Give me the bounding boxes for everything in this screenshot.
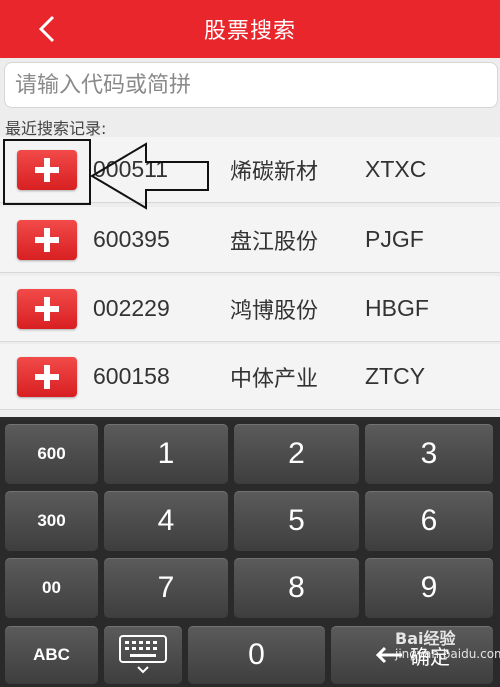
stock-abbr: HBGF: [365, 295, 429, 321]
stock-abbr: XTXC: [365, 156, 427, 182]
plus-icon: [35, 365, 59, 389]
add-stock-button[interactable]: [17, 357, 77, 397]
stock-name: 中体产业: [230, 366, 319, 392]
search-input[interactable]: [4, 62, 498, 108]
key-5[interactable]: 5: [234, 491, 359, 551]
stock-name: 鸿博股份: [230, 298, 319, 324]
key-3[interactable]: 3: [365, 424, 493, 484]
stock-abbr: ZTCY: [365, 363, 426, 389]
highlight-box: [3, 139, 91, 205]
list-item[interactable]: 002229 鸿博股份 HBGF: [0, 276, 500, 342]
back-button[interactable]: [30, 12, 64, 46]
key-00[interactable]: 00: [5, 558, 98, 618]
watermark-brand: Bai经验: [395, 629, 456, 648]
add-stock-button[interactable]: [17, 289, 77, 329]
key-6[interactable]: 6: [365, 491, 493, 551]
stock-name: 烯碳新材: [230, 159, 319, 185]
stock-code: 600158: [93, 363, 170, 389]
stock-abbr: PJGF: [365, 226, 424, 252]
keyboard-toggle-button[interactable]: [104, 626, 182, 684]
key-4[interactable]: 4: [104, 491, 228, 551]
stock-code: 600395: [93, 226, 170, 252]
key-2[interactable]: 2: [234, 424, 359, 484]
key-abc[interactable]: ABC: [5, 626, 98, 684]
list-item[interactable]: 600158 中体产业 ZTCY: [0, 344, 500, 410]
key-1[interactable]: 1: [104, 424, 228, 484]
plus-icon: [35, 297, 59, 321]
list-item[interactable]: 600395 盘江股份 PJGF: [0, 207, 500, 273]
header-bar: 股票搜索: [0, 0, 500, 58]
key-0[interactable]: 0: [188, 626, 325, 684]
add-stock-button[interactable]: [17, 220, 77, 260]
left-arrow-annotation: [90, 142, 209, 210]
stock-code: 002229: [93, 295, 170, 321]
plus-icon: [35, 228, 59, 252]
watermark-url: jingyan.baidu.com: [395, 646, 500, 661]
key-7[interactable]: 7: [104, 558, 228, 618]
key-9[interactable]: 9: [365, 558, 493, 618]
chevron-left-icon: [38, 15, 55, 43]
key-300[interactable]: 300: [5, 491, 98, 551]
key-600[interactable]: 600: [5, 424, 98, 484]
keyboard-icon: [119, 635, 167, 674]
page-title: 股票搜索: [203, 19, 296, 44]
stock-name: 盘江股份: [230, 229, 319, 255]
baidu-watermark: Bai经验 jingyan.baidu.com: [395, 630, 500, 661]
key-8[interactable]: 8: [234, 558, 359, 618]
search-box: [4, 62, 498, 108]
recent-search-label: 最近搜索记录:: [5, 119, 107, 138]
